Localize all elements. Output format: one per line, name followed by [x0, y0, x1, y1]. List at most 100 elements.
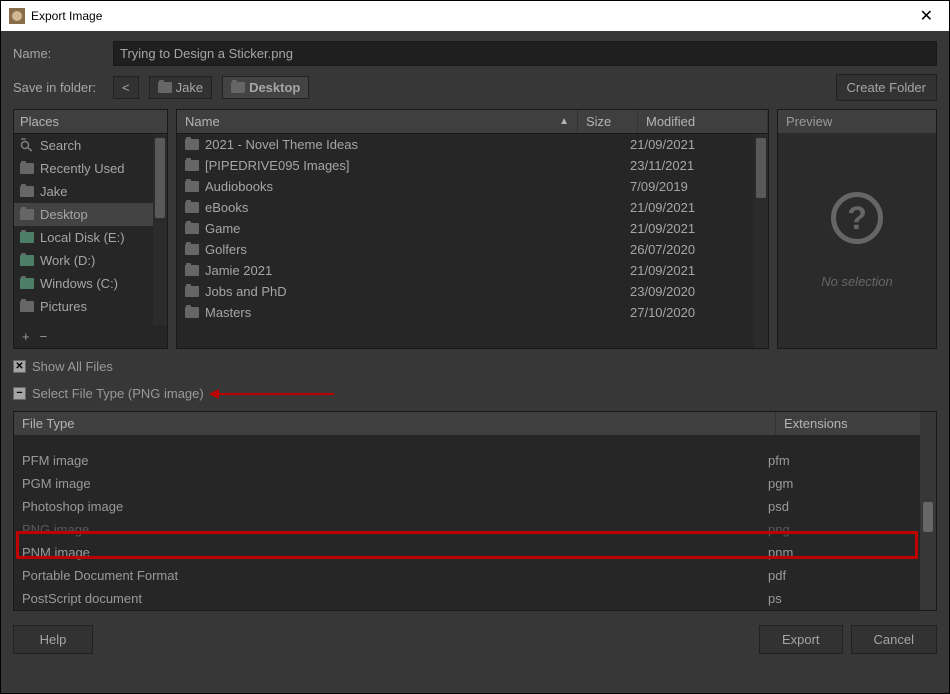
cancel-button[interactable]: Cancel	[851, 625, 937, 654]
place-label: Desktop	[40, 207, 88, 222]
breadcrumb-desktop[interactable]: Desktop	[222, 76, 309, 99]
file-modified: 23/11/2021	[630, 158, 760, 173]
filetype-row[interactable]: PFM imagepfm	[14, 449, 936, 472]
file-row[interactable]: 2021 - Novel Theme Ideas21/09/2021	[177, 134, 768, 155]
remove-place-button[interactable]: −	[40, 329, 48, 344]
filetype-ext: psd	[768, 499, 928, 514]
file-row[interactable]: Audiobooks7/09/2019	[177, 176, 768, 197]
help-button[interactable]: Help	[13, 625, 93, 654]
place-item[interactable]: Jake	[14, 180, 167, 203]
search-icon	[20, 140, 34, 151]
filetype-name	[22, 435, 768, 447]
col-filetype[interactable]: File Type	[14, 412, 776, 435]
title-bar: Export Image ✕	[1, 1, 949, 31]
question-icon: ?	[831, 192, 883, 244]
place-item[interactable]: Windows (C:)	[14, 272, 167, 295]
filetype-row[interactable]: PNG imagepng	[14, 518, 936, 541]
place-label: Recently Used	[40, 161, 125, 176]
place-label: Windows (C:)	[40, 276, 118, 291]
file-row[interactable]: Golfers26/07/2020	[177, 239, 768, 260]
filetype-row[interactable]	[14, 435, 936, 449]
preview-header: Preview	[778, 110, 936, 133]
name-row: Name:	[13, 41, 937, 66]
folder-icon	[185, 160, 199, 171]
file-name: [PIPEDRIVE095 Images]	[205, 158, 350, 173]
file-row[interactable]: Jamie 202121/09/2021	[177, 260, 768, 281]
folder-icon	[185, 244, 199, 255]
filetype-row[interactable]: PNM imagepnm	[14, 541, 936, 564]
select-file-type-expander[interactable]: − Select File Type (PNG image)	[13, 384, 937, 403]
file-list-panel: Name▲ Size Modified 2021 - Novel Theme I…	[176, 109, 769, 349]
folder-icon	[185, 286, 199, 297]
folder-icon	[185, 223, 199, 234]
file-row[interactable]: [PIPEDRIVE095 Images] 23/11/2021	[177, 155, 768, 176]
folder-icon	[185, 181, 199, 192]
places-scrollbar[interactable]	[153, 134, 167, 325]
filetype-row[interactable]: Photoshop imagepsd	[14, 495, 936, 518]
place-item[interactable]: Work (D:)	[14, 249, 167, 272]
file-name: Audiobooks	[205, 179, 273, 194]
col-name[interactable]: Name▲	[177, 110, 578, 133]
filetype-scrollbar[interactable]	[920, 412, 936, 610]
file-modified: 21/09/2021	[630, 263, 760, 278]
filelist-scrollbar[interactable]	[754, 134, 768, 348]
filetype-ext: pfm	[768, 453, 928, 468]
window-title: Export Image	[31, 9, 912, 23]
filetype-ext: pgm	[768, 476, 928, 491]
place-label: Search	[40, 138, 81, 153]
places-panel: Places SearchRecently UsedJakeDesktopLoc…	[13, 109, 168, 349]
show-all-files-row[interactable]: ✕ Show All Files	[13, 357, 937, 376]
file-name: Jobs and PhD	[205, 284, 287, 299]
file-modified: 23/09/2020	[630, 284, 760, 299]
file-row[interactable]: Jobs and PhD 23/09/2020	[177, 281, 768, 302]
app-icon	[9, 8, 25, 24]
drive-icon	[20, 255, 34, 266]
drive-icon	[20, 278, 34, 289]
filetype-ext: ps	[768, 591, 928, 606]
file-row[interactable]: Masters27/10/2020	[177, 302, 768, 323]
col-extensions[interactable]: Extensions	[776, 412, 936, 435]
filetype-ext: png	[768, 522, 928, 537]
folder-icon	[20, 209, 34, 220]
recent-icon	[20, 163, 34, 174]
folder-icon	[231, 82, 245, 93]
filetype-row[interactable]: PGM imagepgm	[14, 472, 936, 495]
file-modified: 21/09/2021	[630, 200, 760, 215]
file-name: Golfers	[205, 242, 247, 257]
place-item[interactable]: Local Disk (E:)	[14, 226, 167, 249]
folder-icon	[20, 186, 34, 197]
place-item[interactable]: Pictures	[14, 295, 167, 318]
place-label: Pictures	[40, 299, 87, 314]
file-row[interactable]: eBooks 21/09/2021	[177, 197, 768, 218]
folder-icon	[158, 82, 172, 93]
place-label: Jake	[40, 184, 67, 199]
filetype-row[interactable]: Portable Document Formatpdf	[14, 564, 936, 587]
filetype-row[interactable]: PostScript documentps	[14, 587, 936, 610]
breadcrumb-jake[interactable]: Jake	[149, 76, 212, 99]
breadcrumb-back[interactable]: <	[113, 76, 139, 99]
drive-icon	[20, 232, 34, 243]
folder-icon	[185, 139, 199, 150]
close-icon[interactable]: ✕	[912, 6, 941, 26]
file-modified: 21/09/2021	[630, 221, 760, 236]
folder-icon	[20, 301, 34, 312]
filename-input[interactable]	[113, 41, 937, 66]
filetype-name: PNG image	[22, 522, 768, 537]
file-row[interactable]: Game 21/09/2021	[177, 218, 768, 239]
file-name: Game	[205, 221, 240, 236]
folder-icon	[185, 265, 199, 276]
place-item[interactable]: Recently Used	[14, 157, 167, 180]
filetype-name: Photoshop image	[22, 499, 768, 514]
add-place-button[interactable]: +	[22, 329, 30, 344]
create-folder-button[interactable]: Create Folder	[836, 74, 937, 101]
file-name: eBooks	[205, 200, 248, 215]
place-item[interactable]: Desktop	[14, 203, 167, 226]
folder-row: Save in folder: < Jake Desktop Create Fo…	[13, 74, 937, 101]
col-size[interactable]: Size	[578, 110, 638, 133]
filetype-name: PostScript document	[22, 591, 768, 606]
place-item[interactable]: Search	[14, 134, 167, 157]
place-label: Work (D:)	[40, 253, 95, 268]
col-modified[interactable]: Modified	[638, 110, 768, 133]
filetype-ext: pdf	[768, 568, 928, 583]
export-button[interactable]: Export	[759, 625, 843, 654]
